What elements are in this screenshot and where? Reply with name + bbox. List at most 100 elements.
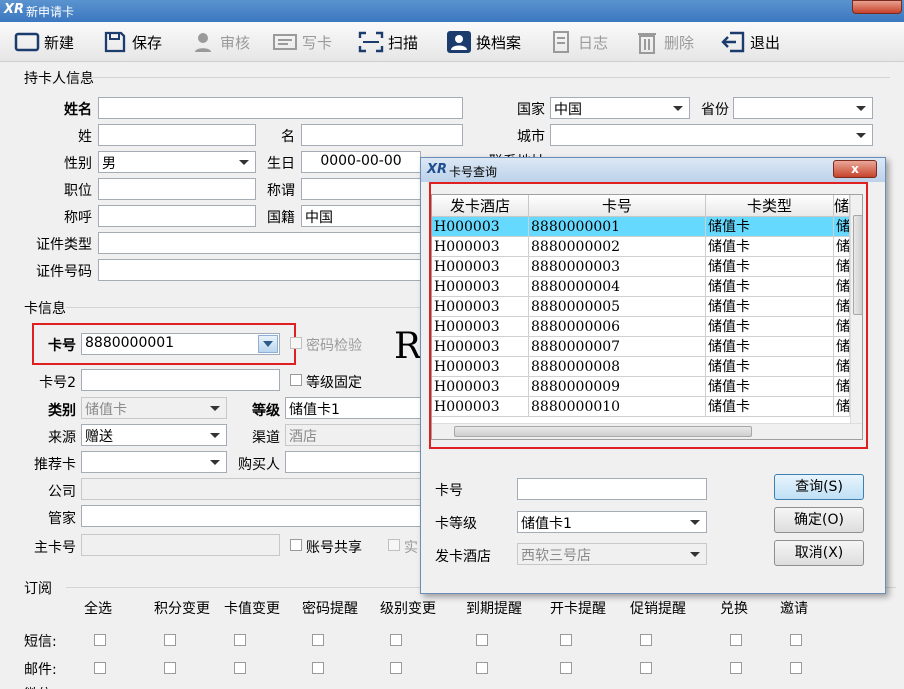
card-number2-input[interactable] [81, 369, 280, 391]
company-input[interactable] [81, 478, 421, 500]
save-icon [102, 29, 128, 55]
subscribe-checkbox[interactable] [312, 634, 324, 646]
card-number-combo[interactable]: 8880000001 [81, 333, 280, 355]
query-level-select[interactable]: 储值卡1 [517, 511, 707, 533]
subscribe-checkbox[interactable] [164, 662, 176, 674]
dialog-close-button[interactable]: x [833, 160, 877, 178]
ok-button[interactable]: 确定(O) [774, 507, 864, 533]
window-titlebar: XR 新申请卡 [0, 0, 904, 22]
buyer-input[interactable] [285, 451, 421, 473]
subscribe-column-header: 级别变更 [380, 601, 436, 617]
gender-label: 性别 [64, 156, 92, 172]
chevron-down-icon[interactable] [258, 335, 278, 353]
nationality-input[interactable]: 中国 [301, 205, 421, 227]
password-check-checkbox[interactable] [290, 337, 302, 349]
subscribe-checkbox[interactable] [476, 662, 488, 674]
cancel-button[interactable]: 取消(X) [774, 540, 864, 566]
idno-input[interactable] [98, 259, 421, 281]
birthday-input[interactable]: 0000-00-00 [301, 151, 421, 173]
delete-icon [634, 29, 660, 55]
subscribe-checkbox[interactable] [390, 662, 402, 674]
surname-label: 姓 [78, 129, 92, 145]
position-input[interactable] [98, 178, 256, 200]
subscribe-checkbox[interactable] [640, 662, 652, 674]
query-button[interactable]: 查询(S) [774, 474, 864, 500]
steward-input[interactable] [81, 505, 421, 527]
fullname-input[interactable] [98, 97, 463, 119]
toolbar-button-audit[interactable]: 审核 [190, 26, 250, 58]
card-number-value: 8880000001 [85, 335, 175, 351]
referrer-card-select[interactable] [81, 451, 227, 473]
toolbar-button-new-card[interactable]: 新建 [14, 26, 74, 58]
salutation-input[interactable] [98, 205, 256, 227]
toolbar-button-delete[interactable]: 删除 [634, 26, 694, 58]
city-select[interactable] [550, 124, 873, 146]
subscribe-checkbox[interactable] [164, 634, 176, 646]
toolbar-button-exit[interactable]: 退出 [720, 26, 780, 58]
source-label: 来源 [48, 430, 76, 446]
country-select[interactable]: 中国 [550, 97, 690, 119]
idtype-select[interactable] [98, 232, 421, 254]
subscribe-checkbox[interactable] [312, 662, 324, 674]
write-card-icon [272, 29, 298, 55]
subscribe-checkbox[interactable] [390, 634, 402, 646]
subscribe-checkbox[interactable] [640, 634, 652, 646]
section-divider [80, 77, 890, 78]
subscribe-checkbox[interactable] [234, 634, 246, 646]
partial-label: 实 [404, 540, 418, 556]
main-card-label: 主卡号 [34, 540, 76, 556]
title-input[interactable] [301, 178, 421, 200]
card-number-label: 卡号 [48, 338, 76, 354]
gender-select[interactable]: 男 [98, 151, 256, 173]
toolbar-button-log[interactable]: 日志 [548, 26, 608, 58]
fixed-level-checkbox[interactable] [290, 374, 302, 386]
card-level-select[interactable]: 储值卡1 [285, 397, 421, 419]
window-close-button[interactable] [852, 0, 902, 14]
birthday-label: 生日 [267, 156, 295, 172]
subscribe-checkbox[interactable] [476, 634, 488, 646]
toolbar-button-change-profile[interactable]: 换档案 [446, 26, 521, 58]
query-cardno-input[interactable] [517, 478, 707, 500]
partial-checkbox[interactable] [388, 539, 400, 551]
given-name-label: 名 [281, 129, 295, 145]
source-select[interactable]: 赠送 [81, 424, 227, 446]
toolbar-button-label: 删除 [664, 33, 695, 52]
card-type-select[interactable]: 储值卡 [81, 397, 227, 419]
surname-input[interactable] [98, 124, 256, 146]
card-type-label: 类别 [48, 403, 76, 419]
dialog-logo: XR [427, 162, 448, 177]
fullname-label: 姓名 [64, 102, 92, 118]
toolbar-button-label: 日志 [578, 33, 609, 52]
query-level-label: 卡等级 [435, 516, 477, 532]
main-card-input[interactable] [81, 534, 280, 556]
toolbar-button-write-card[interactable]: 写卡 [272, 26, 332, 58]
toolbar: 新建 保存 审核 写卡 扫描 换档案 日志 删除 退出 [0, 22, 904, 62]
subscribe-checkbox[interactable] [560, 662, 572, 674]
idtype-label: 证件类型 [36, 237, 92, 253]
subscribe-checkbox[interactable] [234, 662, 246, 674]
subscribe-checkbox[interactable] [560, 634, 572, 646]
subscribe-column-header: 促销提醒 [630, 601, 686, 617]
toolbar-button-label: 扫描 [388, 33, 419, 52]
shared-account-checkbox[interactable] [290, 539, 302, 551]
toolbar-button-scan[interactable]: 扫描 [358, 26, 418, 58]
subscribe-column-header: 兑换 [720, 601, 748, 617]
given-name-input[interactable] [301, 124, 463, 146]
subscribe-checkbox[interactable] [790, 634, 802, 646]
channel-select[interactable]: 酒店 [285, 424, 421, 446]
holder-section-title: 持卡人信息 [24, 71, 94, 87]
toolbar-button-label: 保存 [132, 33, 163, 52]
subscribe-column-header: 卡值变更 [224, 601, 280, 617]
subscribe-checkbox[interactable] [730, 634, 742, 646]
card-number2-label: 卡号2 [39, 375, 76, 391]
query-hotel-select[interactable]: 西软三号店 [517, 543, 707, 565]
subscribe-checkbox[interactable] [94, 634, 106, 646]
subscribe-checkbox[interactable] [730, 662, 742, 674]
buyer-label: 购买人 [238, 457, 280, 473]
position-label: 职位 [64, 183, 92, 199]
subscribe-checkbox[interactable] [790, 662, 802, 674]
toolbar-button-save[interactable]: 保存 [102, 26, 162, 58]
province-select[interactable] [733, 97, 873, 119]
subscribe-row-label: 微信: [24, 684, 57, 689]
subscribe-checkbox[interactable] [94, 662, 106, 674]
